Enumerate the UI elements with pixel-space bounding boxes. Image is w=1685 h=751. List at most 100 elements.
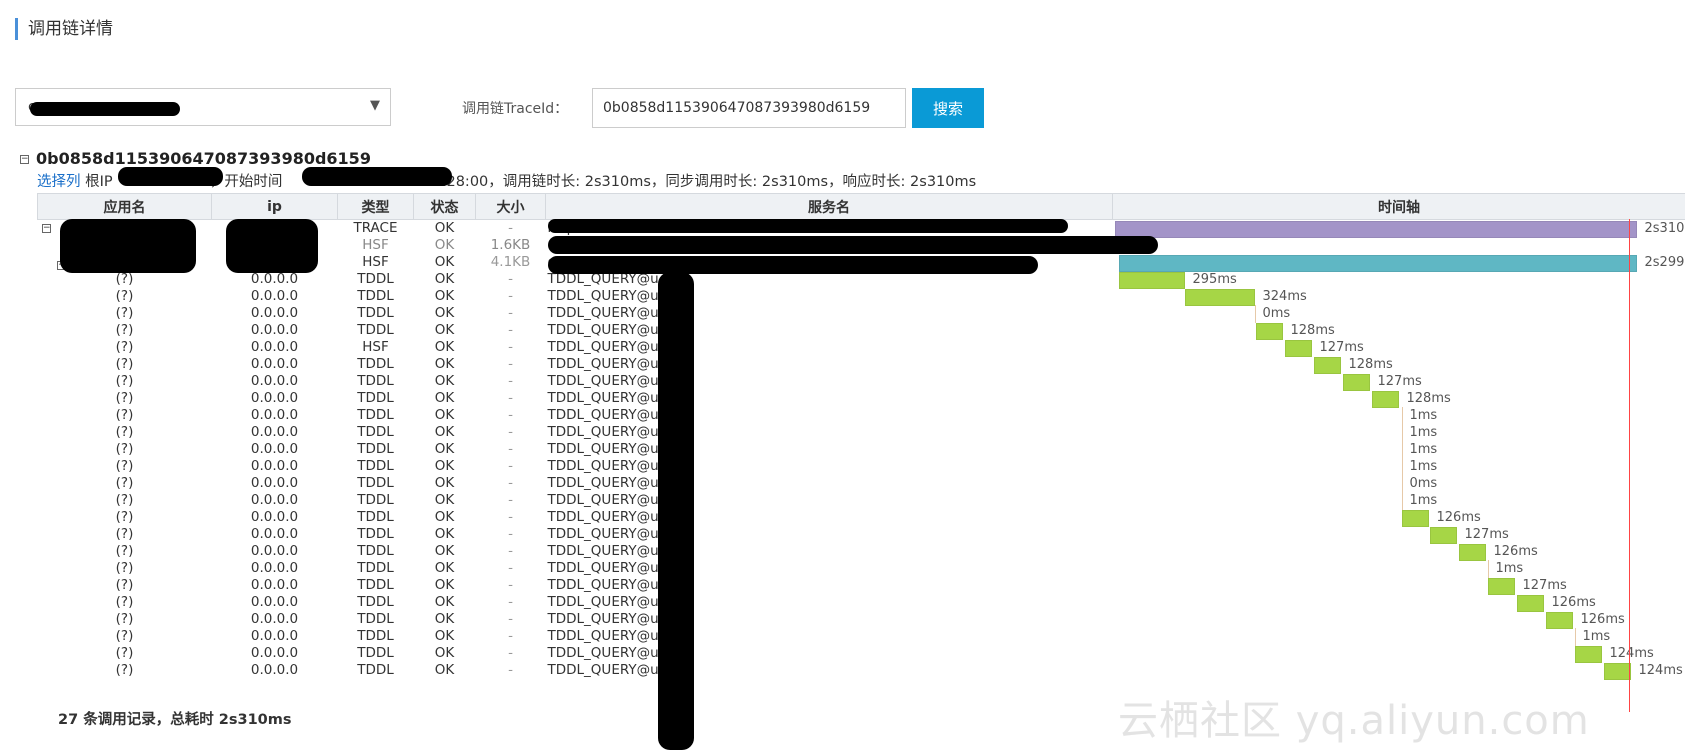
collapse-icon[interactable]: − xyxy=(20,155,29,164)
cell-service[interactable]: TDDL_QUERY@u xyxy=(546,594,1113,611)
timeline-bar[interactable] xyxy=(1545,612,1573,629)
cell-service[interactable]: TDDL_QUERY@u xyxy=(546,577,1113,594)
cell-service[interactable]: TDDL_QUERY@u xyxy=(546,509,1113,526)
cell-service[interactable]: TDDL_QUERY@u xyxy=(546,492,1113,509)
timeline-bar[interactable] xyxy=(1603,663,1631,680)
table-row[interactable]: (?) 0.0.0.0 TDDL OK - TDDL_QUERY@u 1ms xyxy=(38,441,1685,459)
cell-app: (?) xyxy=(115,441,134,457)
trace-id-label: 调用链TraceId： xyxy=(462,101,569,117)
timeline-bar[interactable] xyxy=(1429,527,1457,544)
cell-service[interactable]: TDDL_QUERY@u xyxy=(546,458,1113,475)
cell-status: OK xyxy=(434,322,455,338)
cell-type: TRACE xyxy=(353,220,398,236)
cell-service[interactable]: TDDL_QUERY@udb xyxy=(546,662,1113,679)
cell-timeline: 1ms xyxy=(1113,424,1685,442)
select-columns-link[interactable]: 选择列 xyxy=(37,174,81,190)
table-row[interactable]: (?) 0.0.0.0 TDDL OK - TDDL_QUERY@u 1ms xyxy=(38,492,1685,510)
chevron-down-icon[interactable]: ▼ xyxy=(370,98,380,113)
trace-id-input[interactable] xyxy=(592,88,906,128)
cell-service[interactable]: TDDL_QUERY@u xyxy=(546,390,1113,407)
table-row[interactable]: (?) 0.0.0.0 TDDL OK - TDDL_QUERY@u 128ms xyxy=(38,322,1685,340)
cell-service[interactable]: TDDL_QUERY@u xyxy=(546,543,1113,560)
table-row[interactable]: (?) 0.0.0.0 TDDL OK - TDDL_QUERY@u 0ms xyxy=(38,475,1685,493)
table-row[interactable]: (?) 0.0.0.0 TDDL OK - TDDL_QUERY@u 1ms xyxy=(38,560,1685,578)
timeline-duration-label: 126ms xyxy=(1493,544,1538,559)
cell-type: TDDL xyxy=(357,373,394,389)
cell-status: OK xyxy=(434,458,455,474)
table-row[interactable]: (?) 0.0.0.0 TDDL OK - TDDL_QUERY@u 126ms xyxy=(38,611,1685,629)
timeline-bar[interactable] xyxy=(1487,578,1515,595)
col-header-size[interactable]: 大小 xyxy=(475,193,546,220)
cell-service[interactable]: TDDL_QUERY@u xyxy=(546,288,1113,305)
collapse-icon[interactable]: − xyxy=(42,224,51,233)
table-row[interactable]: (?) 0.0.0.0 TDDL OK - TDDL_QUERY@u 126ms xyxy=(38,594,1685,612)
table-row[interactable]: (?) 0.0.0.0 TDDL OK - TDDL_QUERY@u 127ms xyxy=(38,373,1685,391)
table-row[interactable]: (?) 0.0.0.0 TDDL OK - TDDL_QUERY@u 127ms xyxy=(38,577,1685,595)
table-row[interactable]: (?) 0.0.0.0 TDDL OK - TDDL_QUERY@udb 124ms xyxy=(38,662,1685,680)
cell-service[interactable]: TDDL_QUERY@u xyxy=(546,645,1113,662)
table-row[interactable]: (?) 0.0.0.0 TDDL OK - TDDL_QUERY@u 128ms xyxy=(38,356,1685,374)
cell-service[interactable]: TDDL_QUERY@u xyxy=(546,628,1113,645)
table-row[interactable]: (?) 0.0.0.0 TDDL OK - TDDL_QUERY@u 126ms xyxy=(38,543,1685,561)
cell-timeline: 295ms xyxy=(1113,271,1685,289)
cell-status: OK xyxy=(434,475,455,491)
cell-service[interactable]: TDDL_QUERY@u xyxy=(546,339,1113,356)
timeline-bar[interactable] xyxy=(1184,289,1255,306)
timeline-bar[interactable] xyxy=(1284,340,1312,357)
col-header-type[interactable]: 类型 xyxy=(337,193,414,220)
table-row[interactable]: (?) 0.0.0.0 TDDL OK - TDDL_QUERY@u 1ms xyxy=(38,424,1685,442)
cell-service[interactable]: TDDL_QUERY@u xyxy=(546,611,1113,628)
timeline-bar[interactable] xyxy=(1114,221,1637,238)
cell-service[interactable]: TDDL_QUERY@u xyxy=(546,560,1113,577)
timeline-duration-label: 127ms xyxy=(1522,578,1567,593)
col-header-status[interactable]: 状态 xyxy=(413,193,476,220)
table-row[interactable]: (?) 0.0.0.0 TDDL OK - TDDL_QUERY@u 126ms xyxy=(38,509,1685,527)
timeline-bar[interactable] xyxy=(1574,646,1602,663)
table-row[interactable]: (?) 0.0.0.0 TDDL OK - TDDL_QUERY@u 124ms xyxy=(38,645,1685,663)
table-row[interactable]: (?) 0.0.0.0 TDDL OK - TDDL_QUERY@u 127ms xyxy=(38,526,1685,544)
cell-status: OK xyxy=(434,628,455,644)
cell-size: - xyxy=(508,577,513,593)
cell-service[interactable]: TDDL_QUERY@u xyxy=(546,424,1113,441)
cell-service[interactable]: TDDL_QUERY@u xyxy=(546,305,1113,322)
cell-ip: 0.0.0.0 xyxy=(250,305,299,321)
col-header-timeline[interactable]: 时间轴 xyxy=(1112,193,1685,220)
table-row[interactable]: (?) 0.0.0.0 TDDL OK - TDDL_QUERY@u 324ms xyxy=(38,288,1685,306)
cell-app: (?) xyxy=(115,424,134,440)
cell-ip: 0.0.0.0 xyxy=(250,492,299,508)
timeline-bar[interactable] xyxy=(1342,374,1370,391)
cell-app: (?) xyxy=(115,373,134,389)
cell-service[interactable]: TDDL_QUERY@u xyxy=(546,441,1113,458)
cell-service[interactable]: TDDL_QUERY@u xyxy=(546,407,1113,424)
table-row[interactable]: (?) 0.0.0.0 TDDL OK - TDDL_QUERY@u 128ms xyxy=(38,390,1685,408)
table-row[interactable]: (?) 0.0.0.0 TDDL OK - TDDL_QUERY@u 1ms xyxy=(38,407,1685,425)
search-button[interactable]: 搜索 xyxy=(912,88,984,128)
timeline-bar[interactable] xyxy=(1118,255,1637,272)
timeline-bar[interactable] xyxy=(1401,510,1429,527)
cell-size: - xyxy=(508,509,513,525)
cell-timeline: 2s299ms xyxy=(1113,254,1685,272)
cell-timeline: 0ms xyxy=(1113,475,1685,493)
table-row[interactable]: (?) 0.0.0.0 HSF OK - TDDL_QUERY@u 127ms xyxy=(38,339,1685,357)
app-select[interactable]: c ▼ xyxy=(15,88,391,126)
timeline-bar[interactable] xyxy=(1516,595,1544,612)
col-header-ip[interactable]: ip xyxy=(211,193,338,220)
table-row[interactable]: (?) 0.0.0.0 TDDL OK - TDDL_QUERY@u 1ms xyxy=(38,458,1685,476)
timeline-bar[interactable] xyxy=(1371,391,1399,408)
cell-service[interactable]: TDDL_QUERY@u xyxy=(546,322,1113,339)
cell-size: - xyxy=(508,611,513,627)
cell-service[interactable]: TDDL_QUERY@u xyxy=(546,526,1113,543)
cell-ip: 0.0.0.0 xyxy=(250,356,299,372)
table-row[interactable]: (?) 0.0.0.0 TDDL OK - TDDL_QUERY@u 0ms xyxy=(38,305,1685,323)
timeline-bar[interactable] xyxy=(1313,357,1341,374)
timeline-bar[interactable] xyxy=(1458,544,1486,561)
timeline-bar[interactable] xyxy=(1118,272,1185,289)
table-row[interactable]: (?) 0.0.0.0 TDDL OK - TDDL_QUERY@u 1ms xyxy=(38,628,1685,646)
col-header-service[interactable]: 服务名 xyxy=(545,193,1113,220)
cell-service[interactable]: TDDL_QUERY@u xyxy=(546,356,1113,373)
cell-service[interactable]: TDDL_QUERY@u xyxy=(546,373,1113,390)
timeline-bar[interactable] xyxy=(1255,323,1283,340)
cell-status: OK xyxy=(434,220,455,236)
cell-service[interactable]: TDDL_QUERY@u xyxy=(546,475,1113,492)
col-header-app[interactable]: 应用名 xyxy=(37,193,212,220)
